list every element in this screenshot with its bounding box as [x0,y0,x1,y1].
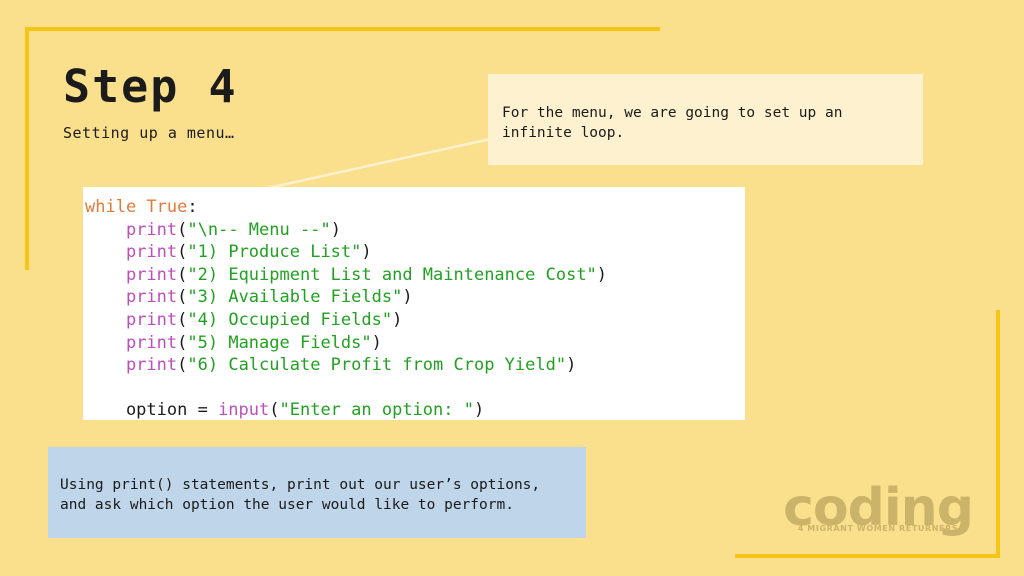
code-block[interactable]: while True: print("\n-- Menu --") print(… [83,187,745,420]
code-token-punct: ) [473,400,485,421]
code-line: print("3) Available Fields") [85,286,745,309]
slide-canvas: Step 4 Setting up a menu… For the menu, … [0,0,1024,576]
code-token-punct: ( [177,287,188,308]
code-token-str: "\n-- Menu --" [187,219,331,240]
brand-logo: coding 4 MIGRANT WOMEN RETURNERS [778,482,978,534]
code-token-punct: ( [177,355,188,376]
code-token-punct: ( [269,400,280,421]
code-token-builtin: print [125,219,178,240]
note-box: Using print() statements, print out our … [48,447,586,538]
code-token-builtin: print [125,242,178,263]
code-token-punct: ( [177,264,188,285]
code-token-punct: ( [177,219,188,240]
code-line: print("\n-- Menu --") [85,219,745,242]
code-token-punct: : [187,197,198,217]
code-token-builtin: input [218,400,270,421]
code-token-punct: ) [596,264,608,285]
code-line: while True: [85,196,745,219]
code-token-kw: True [146,197,188,217]
code-token-punct: ) [402,287,413,308]
code-line [85,377,745,400]
code-token-builtin: print [125,287,178,308]
frame-top-left-horizontal-rule [25,27,660,31]
code-token-str: "2) Equipment List and Maintenance Cost" [187,264,597,285]
callout-pointer-line [249,136,496,194]
code-token-builtin: print [125,309,178,330]
callout-note-text: For the menu, we are going to set up an … [502,105,843,141]
code-token-punct: ) [566,355,577,376]
code-line: print("6) Calculate Profit from Crop Yie… [85,354,745,377]
code-token-punct: ( [177,309,188,330]
frame-bottom-right-horizontal-rule [735,554,1000,558]
code-token-str: "1) Produce List" [187,242,362,263]
code-token-builtin: print [125,332,178,353]
code-token-punct: ) [330,219,341,240]
code-token-punct: ( [177,332,188,353]
code-token-str: "6) Calculate Profit from Crop Yield" [187,355,567,376]
frame-top-left-vertical-rule [25,27,29,270]
code-lines-container: while True: print("\n-- Menu --") print(… [85,196,745,422]
code-token-str: "5) Manage Fields" [187,332,372,353]
code-token-str: "Enter an option: " [279,400,474,421]
code-token-punct: ( [177,242,188,263]
code-line: print("1) Produce List") [85,241,745,264]
page-subtitle: Setting up a menu… [63,123,235,142]
code-token-punct: ) [392,309,403,330]
code-line: print("4) Occupied Fields") [85,309,745,332]
code-line: print("5) Manage Fields") [85,332,745,355]
brand-logo-tagline: 4 MIGRANT WOMEN RETURNERS [797,524,959,533]
page-title: Step 4 [63,60,238,113]
code-token-punct: ) [361,242,372,263]
code-token-builtin: print [125,264,178,285]
title-block: Step 4 Setting up a menu… [63,62,238,142]
code-token-builtin: print [125,355,178,376]
code-token-plain: option = [85,400,219,421]
code-token-punct: ) [371,332,382,353]
note-box-text: Using print() statements, print out our … [60,477,541,514]
code-token-str: "3) Available Fields" [187,287,403,308]
frame-bottom-right-vertical-rule [996,310,1000,558]
code-line: option = input("Enter an option: ") [85,399,745,422]
code-line: print("2) Equipment List and Maintenance… [85,264,745,287]
code-token-kw: while [85,197,147,217]
callout-note: For the menu, we are going to set up an … [488,74,923,165]
code-token-str: "4) Occupied Fields" [187,309,393,330]
